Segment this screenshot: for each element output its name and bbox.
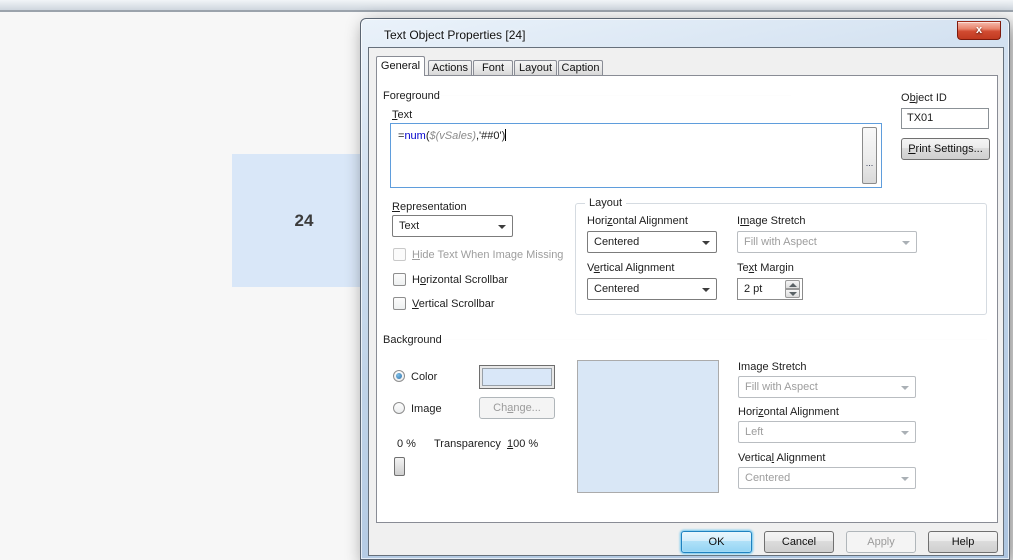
- layout-vertical-alignment-label: Vertical Alignment: [587, 262, 675, 274]
- swatch-fill: [482, 368, 552, 386]
- background-divider: [441, 339, 987, 340]
- tab-font-label: Font: [481, 62, 504, 74]
- hide-text-checkbox: [393, 248, 406, 261]
- chevron-down-icon: [901, 386, 909, 390]
- layout-horizontal-alignment-value: Centered: [594, 236, 640, 248]
- formula-tail: ,'##0'): [475, 130, 506, 142]
- text-margin-label: Text Margin: [737, 262, 794, 274]
- cancel-button[interactable]: Cancel: [764, 531, 834, 553]
- transparency-label: Transparency: [434, 438, 501, 450]
- horizontal-scrollbar-checkbox[interactable]: [393, 273, 406, 286]
- text-object-value: 24: [294, 210, 314, 230]
- chevron-down-icon: [702, 288, 710, 292]
- foreground-divider: [439, 95, 791, 96]
- chevron-down-icon: [901, 477, 909, 481]
- layout-image-stretch-label: Image Stretch: [737, 215, 806, 227]
- bg-vertical-alignment-label: Vertical Alignment: [738, 452, 826, 464]
- formula-function: num: [404, 130, 426, 142]
- slider-track: [395, 466, 547, 467]
- text-expression-input[interactable]: =num($(vSales),'##0') ...: [390, 123, 882, 188]
- tab-layout-label: Layout: [518, 62, 553, 74]
- expression-editor-button[interactable]: ...: [862, 127, 877, 184]
- object-id-label: Object ID: [901, 92, 947, 104]
- horizontal-scrollbar-label: Horizontal Scrollbar: [412, 274, 508, 286]
- representation-label: Representation: [392, 201, 467, 213]
- chevron-down-icon: [902, 241, 910, 245]
- layout-group-title: Layout: [585, 197, 627, 209]
- chevron-down-icon: [498, 225, 506, 229]
- object-id-input[interactable]: TX01: [901, 108, 989, 129]
- representation-value: Text: [399, 220, 420, 232]
- bg-image-stretch-label: Image Stretch: [738, 361, 807, 373]
- apply-button: Apply: [846, 531, 916, 553]
- layout-vertical-alignment-value: Centered: [594, 283, 640, 295]
- print-settings-button[interactable]: Print Settings...: [901, 138, 990, 160]
- tab-font[interactable]: Font: [473, 60, 513, 75]
- vertical-scrollbar-label: Vertical Scrollbar: [412, 298, 495, 310]
- object-id-value: TX01: [907, 112, 934, 124]
- text-object-properties-dialog: Text Object Properties [24] x General Ac…: [360, 18, 1010, 560]
- background-section-label: Background: [383, 334, 442, 346]
- tab-general[interactable]: General: [376, 56, 425, 76]
- bg-horizontal-alignment-select: Left: [738, 421, 916, 443]
- sheet-text-object[interactable]: 24: [232, 154, 376, 287]
- transparency-min-label: 0 %: [397, 438, 416, 450]
- text-margin-spinner[interactable]: 2 pt: [737, 278, 803, 300]
- chevron-down-icon: [702, 241, 710, 245]
- bg-horizontal-alignment-label: Horizontal Alignment: [738, 406, 839, 418]
- ok-button[interactable]: OK: [681, 531, 752, 553]
- spin-down-icon[interactable]: [785, 289, 800, 298]
- formula-variable: $(vSales): [429, 130, 476, 142]
- text-field-label: Text: [392, 109, 413, 121]
- tab-general-label: General: [380, 60, 421, 72]
- general-tab-panel: Foreground Text =num($(vSales),'##0') ..…: [376, 75, 998, 523]
- transparency-max-label: 100 %: [507, 438, 539, 450]
- layout-horizontal-alignment-select[interactable]: Centered: [587, 231, 717, 253]
- background-preview: [577, 360, 719, 493]
- bg-image-stretch-value: Fill with Aspect: [745, 381, 818, 393]
- text-margin-value: 2 pt: [744, 283, 763, 295]
- spin-up-icon[interactable]: [785, 280, 800, 289]
- tab-actions[interactable]: Actions: [428, 60, 472, 75]
- tab-caption-label: Caption: [561, 62, 600, 74]
- dialog-title: Text Object Properties [24]: [384, 28, 526, 42]
- text-caret: [505, 129, 507, 141]
- bg-vertical-alignment-value: Centered: [745, 472, 791, 484]
- layout-vertical-alignment-select[interactable]: Centered: [587, 278, 717, 300]
- bg-image-stretch-select: Fill with Aspect: [738, 376, 916, 398]
- close-icon[interactable]: x: [957, 21, 1001, 40]
- layout-image-stretch-select: Fill with Aspect: [737, 231, 917, 253]
- dialog-body: General Actions Font Layout Caption Fore…: [368, 47, 1004, 556]
- bg-vertical-alignment-select: Centered: [738, 467, 916, 489]
- representation-select[interactable]: Text: [392, 215, 513, 237]
- image-radio[interactable]: [393, 402, 405, 414]
- transparency-slider[interactable]: [394, 456, 548, 477]
- image-radio-label: Image: [411, 403, 442, 415]
- app-toolbar-edge: [0, 0, 1013, 12]
- background-color-swatch[interactable]: [479, 365, 555, 389]
- hide-text-checkbox-label: Hide Text When Image Missing: [412, 249, 564, 261]
- layout-image-stretch-value: Fill with Aspect: [744, 236, 817, 248]
- tab-caption[interactable]: Caption: [558, 60, 603, 75]
- tab-actions-label: Actions: [431, 62, 469, 74]
- vertical-scrollbar-checkbox[interactable]: [393, 297, 406, 310]
- help-button[interactable]: Help: [928, 531, 998, 553]
- bg-horizontal-alignment-value: Left: [745, 426, 764, 438]
- change-image-button: Change...: [479, 397, 555, 419]
- layout-group: Layout Horizontal Alignment Centered Ima…: [575, 197, 987, 315]
- spinner-buttons: [785, 280, 800, 298]
- tab-layout[interactable]: Layout: [514, 60, 557, 75]
- color-radio-label: Color: [411, 371, 438, 383]
- chevron-down-icon: [901, 431, 909, 435]
- slider-thumb[interactable]: [394, 457, 405, 476]
- foreground-section-label: Foreground: [383, 90, 440, 102]
- layout-horizontal-alignment-label: Horizontal Alignment: [587, 215, 688, 227]
- color-radio[interactable]: [393, 370, 405, 382]
